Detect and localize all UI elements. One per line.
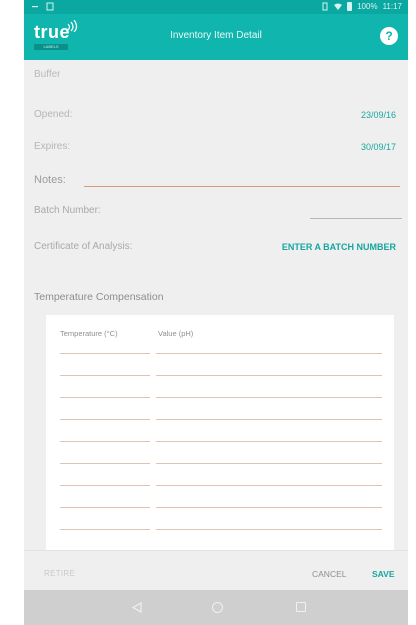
item-detail-content: Buffer Opened: 23/09/16 Expires: 30/09/1… <box>24 60 408 555</box>
temperature-cell[interactable] <box>60 463 150 464</box>
value-cell[interactable] <box>156 353 382 354</box>
temperature-cell[interactable] <box>60 485 150 486</box>
certificate-label: Certificate of Analysis: <box>34 241 133 252</box>
temperature-table: Temperature (°C) Value (pH) <box>46 315 394 555</box>
table-row <box>60 397 382 398</box>
sd-card-icon <box>46 2 54 11</box>
batch-number-input[interactable] <box>310 218 402 219</box>
back-triangle-icon[interactable] <box>132 602 142 613</box>
value-cell[interactable] <box>156 485 382 486</box>
table-row <box>60 375 382 376</box>
table-row <box>60 419 382 420</box>
system-nav-bar <box>24 590 408 625</box>
retire-button[interactable]: RETIRE <box>44 569 75 578</box>
table-row <box>60 529 382 530</box>
temperature-cell[interactable] <box>60 375 150 376</box>
home-circle-icon[interactable] <box>212 602 223 613</box>
page-title: Inventory Item Detail <box>170 30 262 41</box>
help-button[interactable]: ? <box>380 27 398 45</box>
status-bar-system: 100% 11:17 <box>321 2 402 11</box>
batch-number-label: Batch Number: <box>34 205 101 216</box>
temperature-cell[interactable] <box>60 441 150 442</box>
cancel-button[interactable]: CANCEL <box>312 569 346 579</box>
value-cell[interactable] <box>156 441 382 442</box>
opened-value: 23/09/16 <box>360 110 396 120</box>
temperature-compensation-title: Temperature Compensation <box>34 291 164 303</box>
table-row <box>60 507 382 508</box>
expires-value: 30/09/17 <box>360 142 396 152</box>
table-row <box>60 353 382 354</box>
opened-label: Opened: <box>34 109 73 120</box>
expires-label: Expires: <box>34 141 71 152</box>
value-cell[interactable] <box>156 529 382 530</box>
clock: 11:17 <box>382 2 402 11</box>
wifi-icon <box>334 3 343 10</box>
notes-input[interactable] <box>84 186 400 187</box>
value-cell[interactable] <box>156 507 382 508</box>
temperature-cell[interactable] <box>60 529 150 530</box>
status-bar: 100% 11:17 <box>24 0 408 14</box>
notification-dash-icon <box>32 6 38 8</box>
temperature-cell[interactable] <box>60 353 150 354</box>
app-bar: true LABELS Inventory Item Detail ? <box>24 14 408 60</box>
phone-screen: 100% 11:17 true LABELS Inventory Item De… <box>24 0 408 625</box>
temperature-cell[interactable] <box>60 419 150 420</box>
column-header-value: Value (pH) <box>158 329 194 338</box>
recent-apps-square-icon[interactable] <box>296 602 306 612</box>
value-cell[interactable] <box>156 419 382 420</box>
logo-tag: LABELS <box>34 44 68 50</box>
table-row <box>60 463 382 464</box>
value-cell[interactable] <box>156 375 382 376</box>
temperature-cell[interactable] <box>60 507 150 508</box>
battery-percent: 100% <box>357 2 378 11</box>
column-header-temperature: Temperature (°C) <box>60 329 118 338</box>
temperature-cell[interactable] <box>60 397 150 398</box>
enter-batch-number-button[interactable]: ENTER A BATCH NUMBER <box>282 242 396 252</box>
item-name: Buffer <box>34 69 61 80</box>
status-bar-notifications <box>32 2 54 11</box>
table-row <box>60 441 382 442</box>
value-cell[interactable] <box>156 463 382 464</box>
battery-icon <box>347 2 353 11</box>
table-row <box>60 485 382 486</box>
action-footer: RETIRE CANCEL SAVE <box>24 550 408 590</box>
value-cell[interactable] <box>156 397 382 398</box>
vibrate-icon <box>322 2 328 11</box>
save-button[interactable]: SAVE <box>372 569 395 579</box>
notes-label: Notes: <box>34 174 66 186</box>
